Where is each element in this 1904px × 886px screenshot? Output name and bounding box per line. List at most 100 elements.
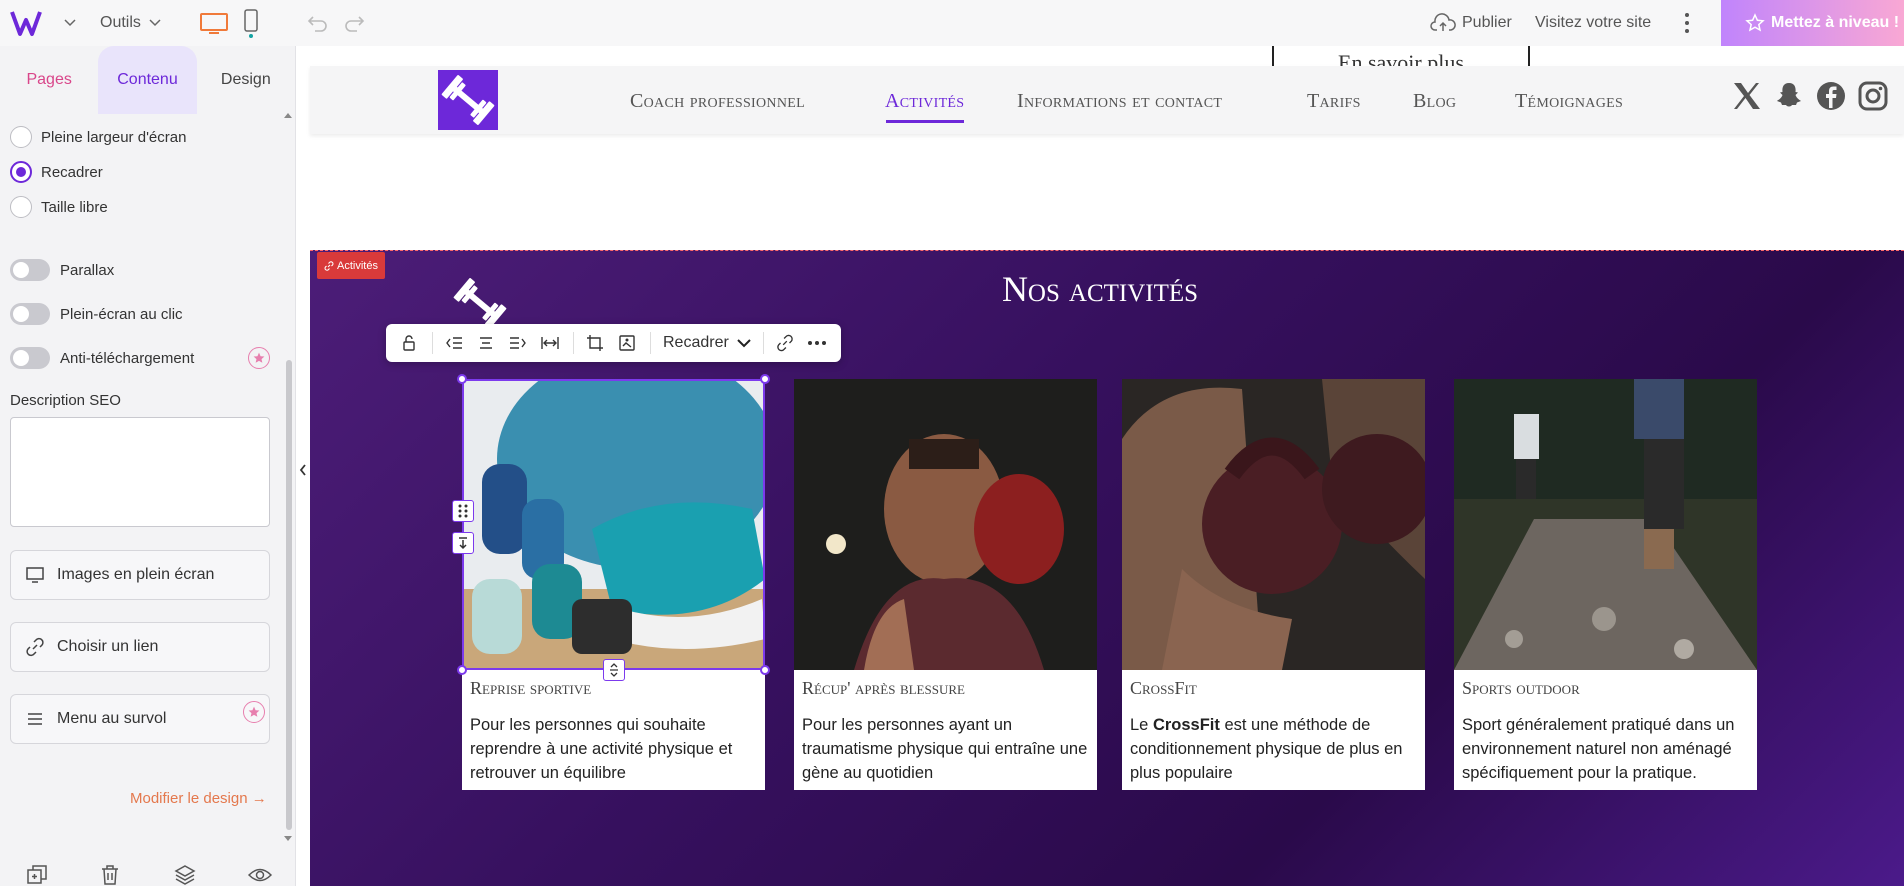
chevron-down-icon [737, 339, 751, 348]
resize-handle[interactable] [457, 374, 467, 384]
trash-icon[interactable] [100, 864, 120, 886]
card-title[interactable]: Sports outdoor [1462, 678, 1580, 699]
nav-active-underline [886, 120, 964, 123]
toggle-label: Anti-téléchargement [60, 349, 195, 367]
activity-card[interactable]: Sports outdoor Sport généralement pratiq… [1454, 379, 1757, 790]
activity-image-boxer[interactable] [794, 379, 1097, 670]
image-frame-icon [619, 335, 635, 351]
radio-label: Taille libre [41, 198, 108, 216]
snapchat-icon[interactable] [1773, 80, 1805, 112]
image-toolbar: Recadrer [386, 324, 841, 362]
resize-handle[interactable] [457, 665, 467, 675]
modify-design-link[interactable]: Modifier le design → [130, 790, 267, 807]
crop-mode-label: Recadrer [663, 334, 729, 351]
move-down-handle[interactable] [452, 532, 474, 554]
full-width-tool[interactable] [535, 328, 565, 358]
drag-handle[interactable] [452, 500, 474, 522]
vertical-resize-icon [610, 663, 618, 677]
card-title[interactable]: CrossFit [1130, 678, 1197, 699]
crop-mode-dropdown[interactable]: Recadrer [657, 334, 757, 352]
nav-contact[interactable]: Informations et contact [1017, 90, 1222, 113]
duplicate-icon[interactable] [26, 864, 48, 886]
radio-full-width[interactable]: Pleine largeur d'écran [10, 126, 186, 148]
monitor-icon [26, 567, 44, 583]
toggle-switch[interactable] [10, 303, 50, 325]
activity-card[interactable]: Récup' après blessure Pour les personnes… [794, 379, 1097, 790]
resize-handle[interactable] [760, 665, 770, 675]
more-tool[interactable] [802, 328, 832, 358]
layers-icon[interactable] [174, 864, 196, 886]
dumbbell-icon [441, 75, 495, 125]
align-left-tool[interactable] [439, 328, 469, 358]
toggle-switch[interactable] [10, 347, 50, 369]
radio-crop[interactable]: Recadrer [10, 161, 103, 183]
more-horizontal-icon [807, 341, 826, 345]
card-description[interactable]: Sport généralement pratiqué dans un envi… [1462, 713, 1752, 785]
tab-design[interactable]: Design [197, 46, 295, 114]
tools-menu[interactable]: Outils [100, 14, 161, 32]
toggle-switch[interactable] [10, 259, 50, 281]
section-title[interactable]: Nos activités [920, 268, 1280, 310]
hover-menu-label: Menu au survol [57, 710, 167, 727]
mobile-view-icon[interactable] [243, 8, 259, 38]
radio-button-selected[interactable] [10, 161, 32, 183]
webnode-logo-icon[interactable] [10, 8, 50, 38]
toggle-label: Plein-écran au clic [60, 305, 183, 323]
toggle-parallax[interactable]: Parallax [10, 259, 114, 281]
facebook-icon[interactable] [1815, 80, 1847, 112]
chevron-down-icon[interactable] [64, 19, 76, 27]
image-settings-tool[interactable] [612, 328, 642, 358]
upgrade-button[interactable]: Mettez à niveau ! [1721, 0, 1904, 46]
radio-free-size[interactable]: Taille libre [10, 196, 108, 218]
unlock-tool[interactable] [394, 328, 424, 358]
nav-pricing[interactable]: Tarifs [1307, 90, 1361, 113]
visit-site-link[interactable]: Visitez votre site [1535, 0, 1651, 46]
hover-menu-button[interactable]: Menu au survol [10, 694, 270, 744]
toggle-anti-download[interactable]: Anti-téléchargement [10, 347, 194, 369]
card-title[interactable]: Récup' après blessure [802, 678, 965, 699]
undo-icon[interactable] [307, 13, 329, 33]
seo-description-field[interactable] [10, 417, 270, 527]
nav-coach[interactable]: Coach professionnel [630, 90, 805, 113]
nav-testimonials[interactable]: Témoignages [1515, 90, 1623, 113]
crop-icon [587, 335, 603, 351]
card-description[interactable]: Pour les personnes ayant un traumatisme … [802, 713, 1092, 785]
sidebar-scrollbar[interactable] [286, 360, 292, 830]
scroll-up-icon[interactable] [283, 111, 293, 119]
publish-button[interactable]: Publier [1430, 0, 1512, 46]
card-description[interactable]: Le CrossFit est une méthode de condition… [1130, 713, 1420, 785]
scroll-down-icon[interactable] [283, 835, 293, 843]
activity-image-trail[interactable] [1454, 379, 1757, 670]
redo-icon[interactable] [343, 13, 365, 33]
link-icon [777, 334, 793, 352]
tab-pages[interactable]: Pages [0, 46, 98, 114]
height-resize-handle[interactable] [603, 659, 625, 681]
unlock-icon [403, 335, 415, 351]
choose-link-button[interactable]: Choisir un lien [10, 622, 270, 672]
activity-image-kettlebell[interactable] [1122, 379, 1425, 670]
section-boundary [310, 250, 1904, 251]
toggle-fullscreen-click[interactable]: Plein-écran au clic [10, 303, 183, 325]
crop-tool[interactable] [580, 328, 610, 358]
nav-activities[interactable]: Activités [885, 90, 964, 113]
align-center-tool[interactable] [471, 328, 501, 358]
desktop-view-icon[interactable] [199, 11, 229, 35]
nav-blog[interactable]: Blog [1413, 90, 1456, 113]
link-tool[interactable] [770, 328, 800, 358]
eye-icon[interactable] [248, 866, 272, 884]
resize-handle[interactable] [760, 374, 770, 384]
site-logo[interactable] [438, 70, 498, 130]
fullscreen-images-button[interactable]: Images en plein écran [10, 550, 270, 600]
more-options-icon[interactable] [1680, 10, 1694, 36]
collapse-sidebar-handle[interactable] [296, 450, 310, 490]
activity-card[interactable]: CrossFit Le CrossFit est une méthode de … [1122, 379, 1425, 790]
x-twitter-icon[interactable] [1731, 80, 1763, 112]
radio-button[interactable] [10, 126, 32, 148]
instagram-icon[interactable] [1857, 80, 1889, 112]
align-right-tool[interactable] [503, 328, 533, 358]
tab-content[interactable]: Contenu [98, 46, 197, 114]
card-description[interactable]: Pour les personnes qui souhaite reprendr… [470, 713, 760, 785]
section-anchor-tag[interactable]: Activités [317, 252, 385, 279]
radio-button[interactable] [10, 196, 32, 218]
card-title[interactable]: Reprise sportive [470, 678, 591, 699]
